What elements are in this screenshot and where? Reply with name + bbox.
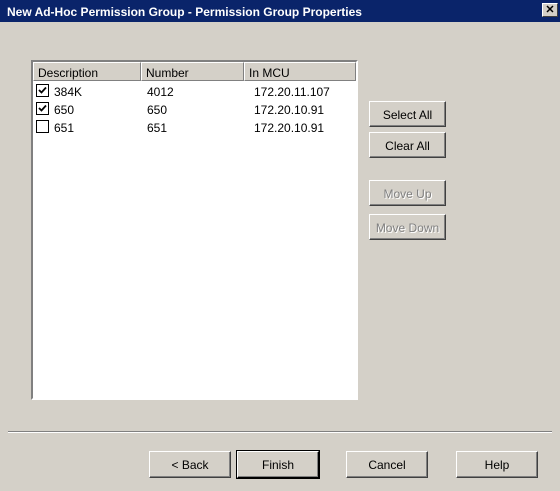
back-button[interactable]: < Back — [149, 451, 231, 478]
row-description: 384K — [54, 85, 83, 99]
table-row[interactable]: 651 651 172.20.10.91 — [33, 118, 356, 136]
row-in-mcu: 172.20.10.91 — [254, 103, 325, 117]
move-down-button[interactable]: Move Down — [369, 214, 446, 240]
close-button[interactable]: ✕ — [542, 3, 558, 17]
row-description: 650 — [54, 103, 75, 117]
close-icon: ✕ — [545, 4, 555, 16]
table-row[interactable]: 650 650 172.20.10.91 — [33, 100, 356, 118]
column-header-in-mcu[interactable]: In MCU — [244, 62, 356, 81]
permission-list[interactable]: Description Number In MCU 384K 4012 172.… — [31, 60, 358, 400]
list-header: Description Number In MCU — [33, 62, 356, 81]
row-description: 651 — [54, 121, 75, 135]
table-row[interactable]: 384K 4012 172.20.11.107 — [33, 82, 356, 100]
check-icon — [38, 104, 47, 112]
column-header-number[interactable]: Number — [141, 62, 244, 81]
cancel-button[interactable]: Cancel — [346, 451, 428, 478]
column-header-description[interactable]: Description — [33, 62, 141, 81]
title-bar: New Ad-Hoc Permission Group - Permission… — [0, 0, 560, 22]
row-in-mcu: 172.20.11.107 — [254, 85, 330, 99]
row-number: 650 — [147, 103, 168, 117]
row-checkbox[interactable] — [36, 102, 49, 115]
check-icon — [38, 86, 47, 94]
row-number: 651 — [147, 121, 168, 135]
move-up-button[interactable]: Move Up — [369, 180, 446, 206]
help-button[interactable]: Help — [456, 451, 538, 478]
clear-all-button[interactable]: Clear All — [369, 132, 446, 158]
row-in-mcu: 172.20.10.91 — [254, 121, 325, 135]
row-number: 4012 — [147, 85, 174, 99]
finish-button[interactable]: Finish — [236, 450, 320, 479]
row-checkbox[interactable] — [36, 120, 49, 133]
window-title: New Ad-Hoc Permission Group - Permission… — [7, 5, 362, 19]
row-checkbox[interactable] — [36, 84, 49, 97]
footer-divider — [8, 431, 552, 433]
select-all-button[interactable]: Select All — [369, 101, 446, 127]
